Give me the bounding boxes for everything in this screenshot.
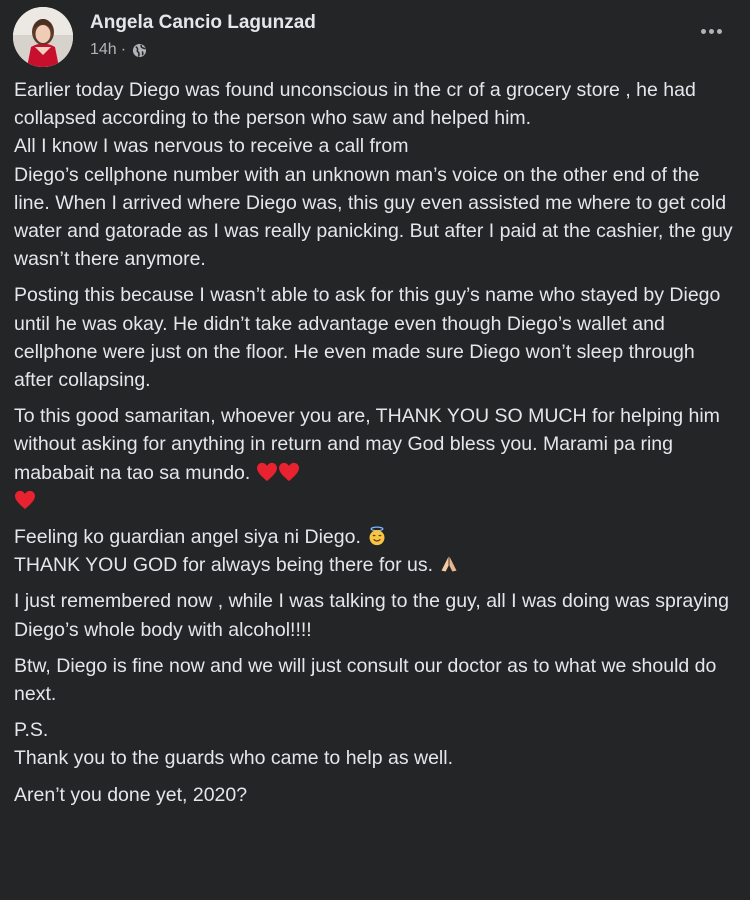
- red-heart-icon: [278, 462, 299, 481]
- post-paragraph: P.S. Thank you to the guards who came to …: [14, 716, 736, 772]
- more-options-icon: [699, 28, 723, 34]
- post-paragraph: Aren’t you done yet, 2020?: [14, 783, 248, 806]
- post-timestamp[interactable]: 14h: [90, 41, 117, 59]
- facebook-post: Angela Cancio Lagunzad 14h · Earlier tod…: [0, 0, 750, 900]
- red-heart-icon: [256, 462, 277, 481]
- globe-icon[interactable]: [132, 43, 147, 58]
- post-paragraph: Btw, Diego is fine now and we will just …: [14, 654, 717, 706]
- smiling-face-with-halo-icon: [369, 526, 385, 546]
- post-paragraph: Posting this because I wasn’t able to as…: [14, 284, 721, 392]
- avatar-photo: [13, 7, 73, 67]
- folded-hands-icon: [441, 556, 457, 572]
- post-meta: 14h ·: [90, 41, 147, 59]
- post-paragraph: Feeling ko guardian angel siya ni Diego.…: [14, 523, 736, 579]
- post-text: THANK YOU GOD for always being there for…: [14, 554, 434, 577]
- post-text: Feeling ko guardian angel siya ni Diego.: [14, 526, 361, 549]
- author-avatar[interactable]: [13, 7, 73, 67]
- post-text: P.S.: [14, 719, 49, 742]
- red-heart-icon: [15, 490, 35, 509]
- post-paragraph: To this good samaritan, whoever you are,…: [14, 402, 736, 515]
- more-options-button[interactable]: [695, 19, 727, 43]
- author-name[interactable]: Angela Cancio Lagunzad: [90, 12, 316, 34]
- post-paragraph: Earlier today Diego was found unconsciou…: [14, 79, 733, 271]
- post-header: Angela Cancio Lagunzad 14h ·: [13, 7, 737, 67]
- post-text: To this good samaritan, whoever you are,…: [14, 405, 720, 484]
- post-text: Thank you to the guards who came to help…: [14, 747, 453, 770]
- post-body: Earlier today Diego was found unconsciou…: [14, 76, 736, 817]
- meta-separator: ·: [120, 41, 127, 58]
- post-paragraph: I just remembered now , while I was talk…: [14, 590, 729, 641]
